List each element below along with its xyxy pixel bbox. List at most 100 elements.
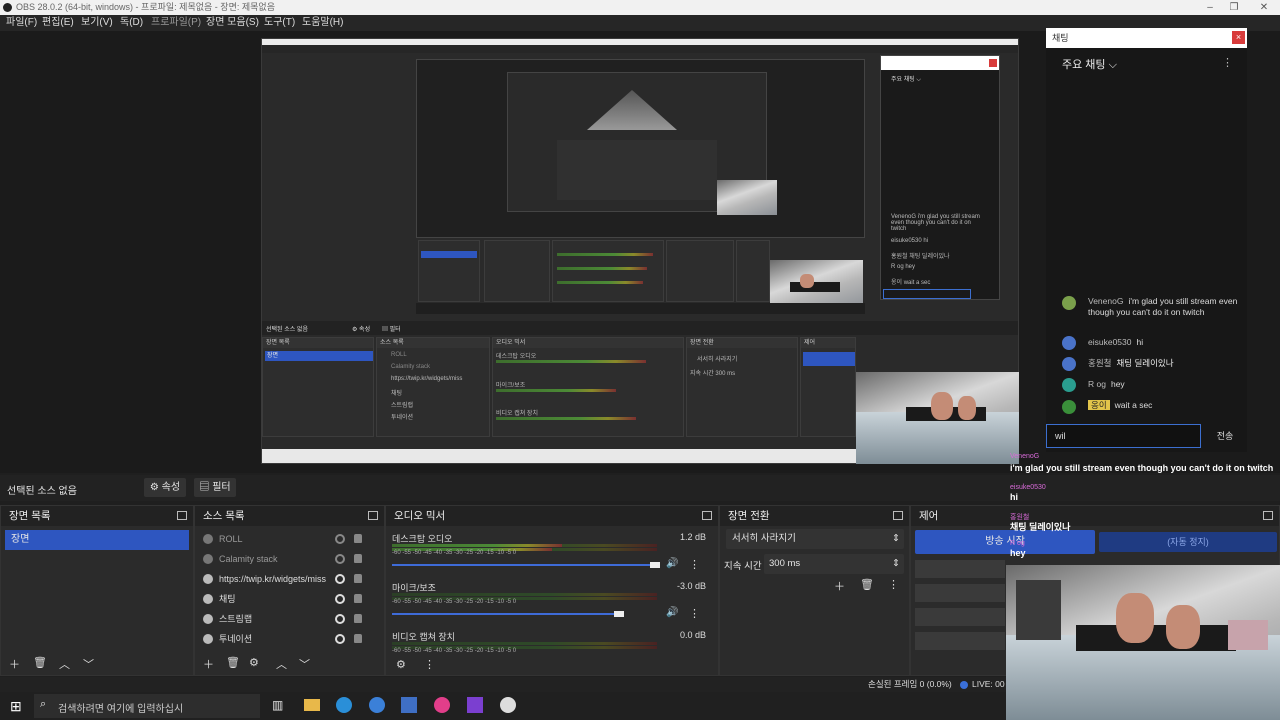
browser-source-icon [203, 634, 213, 644]
menu-help[interactable]: 도움말(H) [302, 15, 343, 31]
menu-tools[interactable]: 도구(T) [264, 15, 295, 31]
chat-author: eisuke0530 [1088, 337, 1132, 347]
minimize-icon[interactable]: – [1198, 0, 1222, 15]
menu-dock[interactable]: 독(D) [120, 15, 143, 31]
obs-logo-icon [3, 3, 12, 12]
close-icon[interactable]: ✕ [1252, 0, 1276, 15]
remove-scene-icon[interactable]: 🗑 [33, 656, 47, 669]
lock-icon[interactable] [354, 594, 362, 603]
menu-edit[interactable]: 편집(E) [42, 15, 74, 31]
dock-float-icon[interactable] [702, 511, 712, 520]
menu-profile[interactable]: 프로파일(P) [151, 15, 201, 31]
eye-icon[interactable] [335, 574, 345, 584]
add-scene-icon[interactable]: ＋ [9, 656, 20, 672]
speaker-icon[interactable]: 🔊 [666, 558, 678, 569]
remove-source-icon[interactable]: 🗑 [226, 656, 240, 669]
overlay-author: R og [1010, 540, 1025, 547]
search-icon: ⌕ [40, 698, 47, 710]
obs-taskbar-icon[interactable] [500, 697, 516, 713]
chat-text: hi [1136, 337, 1144, 347]
dock-float-icon[interactable] [177, 511, 187, 520]
edge-icon[interactable] [336, 697, 352, 713]
task-view-icon[interactable]: ▥ [272, 698, 283, 712]
menu-file[interactable]: 파일(F) [6, 15, 37, 31]
maximize-icon[interactable]: ❐ [1222, 0, 1246, 15]
lock-icon[interactable] [354, 614, 362, 623]
menu-scene-collection[interactable]: 장면 모음(S) [206, 15, 259, 31]
status-bar: 손실된 프레임 0 (0.0%) LIVE: 00 [0, 677, 1006, 692]
windows-start-icon[interactable]: ⊞ [10, 698, 22, 715]
source-item[interactable]: 스트림랩 [201, 610, 362, 628]
webcam-preview [856, 372, 1019, 464]
volume-slider[interactable] [392, 564, 657, 566]
stepper-icon[interactable]: ⇕ [892, 554, 900, 574]
lock-icon[interactable] [354, 534, 362, 543]
transition-menu-icon[interactable]: ⋮ [888, 578, 899, 591]
volume-knob[interactable] [614, 611, 624, 617]
duration-field[interactable]: 300 ms ⇕ [764, 554, 904, 574]
gear-icon: ⚙ [149, 482, 159, 493]
search-placeholder: 검색하려면 여기에 입력하십시 [58, 704, 184, 715]
lock-icon[interactable] [354, 554, 362, 563]
transition-select[interactable]: 서서히 사라지기 ⇕ [726, 529, 904, 549]
move-up-icon[interactable]: ︿ [59, 656, 70, 672]
source-item[interactable]: https://twip.kr/widgets/miss [201, 570, 362, 588]
eye-icon[interactable] [335, 634, 345, 644]
mixer-menu-icon[interactable]: ⋮ [424, 658, 435, 671]
app-icon[interactable] [401, 697, 417, 713]
move-down-icon[interactable]: ﹀ [299, 656, 310, 672]
settings-button[interactable] [915, 632, 1005, 650]
move-down-icon[interactable]: ﹀ [83, 656, 94, 672]
hidden-eye-icon[interactable] [335, 554, 345, 564]
speaker-icon[interactable]: 🔊 [666, 607, 678, 618]
app-icon[interactable] [434, 697, 450, 713]
lock-icon[interactable] [354, 574, 362, 583]
move-up-icon[interactable]: ︿ [276, 656, 287, 672]
eye-icon[interactable] [335, 594, 345, 604]
volume-slider[interactable] [392, 613, 622, 615]
mixer-settings-icon[interactable]: ⚙ [396, 658, 406, 671]
studio-mode-button[interactable] [915, 608, 1005, 626]
start-recording-button[interactable] [915, 560, 1005, 578]
channel-menu-icon[interactable]: ⋮ [689, 558, 700, 571]
chat-mode-dropdown[interactable]: 주요 채팅 ⌵ [1062, 56, 1117, 72]
virtual-camera-button[interactable] [915, 584, 1005, 602]
webcam-hand [1166, 605, 1200, 649]
chat-send-button[interactable]: 전송 [1204, 427, 1246, 445]
source-item[interactable]: 투네이션 [201, 630, 362, 648]
channel-db: -3.0 dB [676, 581, 706, 591]
properties-button[interactable]: ⚙ 속성 [144, 478, 186, 497]
dock-float-icon[interactable] [368, 511, 378, 520]
taskbar-search[interactable]: ⌕ 검색하려면 여기에 입력하십시 [34, 694, 260, 718]
filters-button[interactable]: ▤ 필터 [194, 478, 236, 497]
eye-icon[interactable] [335, 614, 345, 624]
menu-view[interactable]: 보기(V) [81, 15, 113, 31]
channel-db: 0.0 dB [679, 630, 706, 640]
source-item[interactable]: ROLL [201, 530, 362, 548]
hidden-eye-icon[interactable] [335, 534, 345, 544]
channel-menu-icon[interactable]: ⋮ [689, 607, 700, 620]
source-item[interactable]: 채팅 [201, 590, 362, 608]
properties-label: 속성 [161, 482, 181, 493]
app-icon[interactable] [467, 697, 483, 713]
chevron-down-icon: ⇕ [892, 533, 900, 544]
volume-knob[interactable] [650, 562, 660, 568]
scene-item[interactable]: 장면 [5, 530, 189, 550]
source-settings-icon[interactable]: ⚙ [249, 656, 259, 669]
chat-input[interactable]: wil [1046, 424, 1201, 448]
chat-close-icon[interactable]: × [1232, 31, 1245, 44]
source-item[interactable]: Calamity stack [201, 550, 362, 568]
add-source-icon[interactable]: ＋ [203, 656, 214, 672]
chat-author-badge: 옹이 [1088, 400, 1110, 410]
app-icon[interactable] [369, 697, 385, 713]
chat-author: VenenoG [1088, 296, 1124, 306]
lock-icon[interactable] [354, 634, 362, 643]
dock-float-icon[interactable] [893, 511, 903, 520]
overlay-chat: VenenoG i'm glad you still stream even t… [1006, 450, 1280, 560]
file-explorer-icon[interactable] [304, 699, 320, 711]
chat-text: hey [1110, 379, 1125, 389]
chat-menu-icon[interactable]: ⋮ [1222, 56, 1233, 69]
source-type-icon [203, 554, 213, 564]
add-transition-icon[interactable]: ＋ [834, 578, 845, 594]
remove-transition-icon[interactable]: 🗑 [860, 578, 874, 591]
